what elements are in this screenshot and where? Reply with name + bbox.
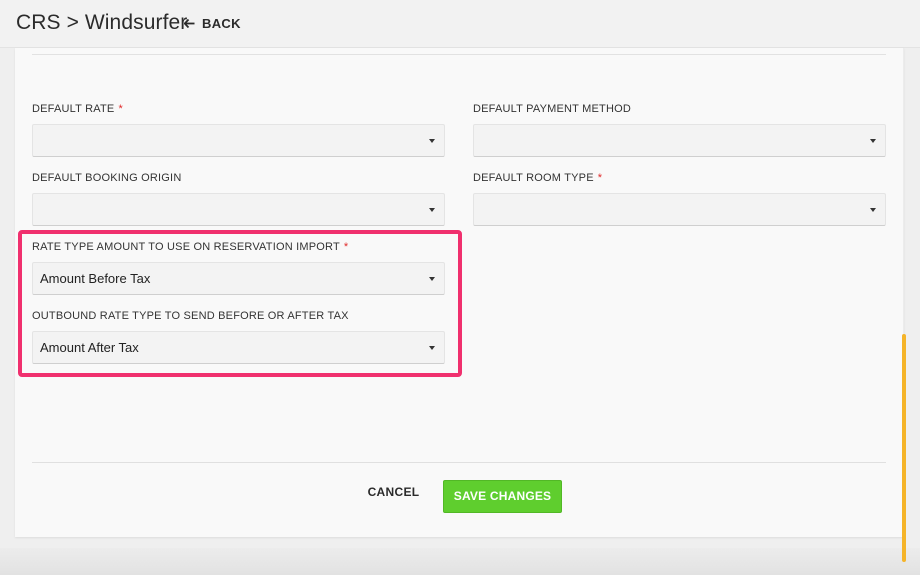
- caret-down-icon: [429, 139, 435, 143]
- caret-down-icon: [870, 139, 876, 143]
- default-booking-origin-select[interactable]: [32, 193, 445, 226]
- back-label: BACK: [202, 16, 241, 31]
- footer-divider: [32, 462, 886, 463]
- save-changes-button[interactable]: SAVE CHANGES: [443, 480, 562, 513]
- default-rate-select[interactable]: [32, 124, 445, 157]
- default-payment-method-select[interactable]: [473, 124, 886, 157]
- required-star: *: [597, 172, 603, 184]
- cancel-button[interactable]: CANCEL: [355, 485, 432, 505]
- section-divider: [32, 54, 886, 55]
- arrow-left-icon: [184, 19, 195, 28]
- default-payment-method-label: DEFAULT PAYMENT METHOD: [473, 103, 632, 115]
- default-booking-origin-label: DEFAULT BOOKING ORIGIN: [32, 172, 182, 184]
- default-room-type-select[interactable]: [473, 193, 886, 226]
- page-footer-area: [0, 548, 920, 575]
- caret-down-icon: [429, 208, 435, 212]
- scrollbar-thumb[interactable]: [902, 334, 906, 562]
- annotation-highlight-box: [18, 230, 462, 377]
- default-room-type-label: DEFAULT ROOM TYPE *: [473, 172, 603, 184]
- default-rate-label: DEFAULT RATE *: [32, 103, 123, 115]
- caret-down-icon: [870, 208, 876, 212]
- page-title: CRS > Windsurfer: [16, 11, 188, 34]
- top-bar: CRS > Windsurfer BACK: [0, 0, 920, 48]
- back-button[interactable]: BACK: [184, 16, 241, 31]
- required-star: *: [118, 103, 123, 115]
